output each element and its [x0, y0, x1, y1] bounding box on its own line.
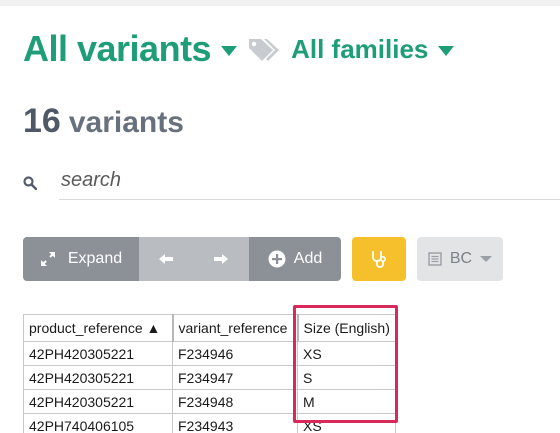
health-check-button[interactable]: [352, 237, 406, 281]
columns-selector-button[interactable]: BC: [417, 237, 503, 281]
table-cell[interactable]: XS: [296, 341, 397, 366]
column-header-product-reference[interactable]: product_reference ▲: [23, 314, 174, 342]
table-header-row: product_reference ▲ variant_reference Si…: [23, 314, 397, 342]
tags-icon: [249, 39, 280, 61]
table-cell[interactable]: S: [296, 365, 397, 390]
table-cell[interactable]: F234948: [172, 389, 298, 414]
variant-count-label: variants: [68, 106, 184, 139]
table-cell[interactable]: 42PH420305221: [23, 389, 173, 414]
page-title: All variants: [23, 28, 212, 69]
table-row: 42PH420305221 F234947 S: [23, 365, 397, 390]
undo-button[interactable]: [139, 237, 193, 281]
header: All variants All families: [23, 28, 455, 70]
table-cell[interactable]: F234947: [172, 365, 298, 390]
table-cell[interactable]: 42PH740406105: [23, 413, 173, 433]
expand-arrows-icon: [40, 252, 55, 266]
table-row: 42PH420305221 F234946 XS: [23, 341, 397, 366]
families-dropdown-caret-icon[interactable]: [438, 46, 455, 56]
column-header-variant-reference[interactable]: variant_reference: [172, 314, 299, 342]
table-cell[interactable]: XS: [296, 413, 397, 433]
table-row: 42PH740406105 F234943 XS: [23, 413, 397, 433]
table-cell[interactable]: F234946: [172, 341, 298, 366]
columns-selector-label: BC: [449, 250, 473, 267]
redo-arrow-icon: [214, 254, 228, 264]
variant-count: 16 variants: [23, 102, 184, 141]
stethoscope-icon: [372, 251, 387, 268]
expand-button[interactable]: Expand: [23, 237, 139, 281]
table-cell[interactable]: 42PH420305221: [23, 365, 173, 390]
variants-table: product_reference ▲ variant_reference Si…: [23, 314, 397, 433]
variant-count-number: 16: [23, 102, 61, 140]
plus-circle-icon: [268, 250, 286, 268]
table-cell[interactable]: 42PH420305221: [23, 341, 173, 366]
undo-arrow-icon: [159, 254, 173, 264]
table-cell[interactable]: F234943: [172, 413, 298, 433]
toolbar: Expand Add BC: [23, 237, 503, 281]
redo-button[interactable]: [193, 237, 249, 281]
add-button[interactable]: Add: [249, 237, 341, 281]
title-dropdown-caret-icon[interactable]: [221, 46, 238, 56]
expand-button-label: Expand: [67, 250, 123, 267]
chevron-down-icon: [480, 256, 493, 262]
add-button-label: Add: [293, 250, 323, 267]
search-bar: [23, 165, 560, 200]
search-input[interactable]: [59, 165, 560, 200]
table-row: 42PH420305221 F234948 M: [23, 389, 397, 414]
table-cell[interactable]: M: [296, 389, 397, 414]
families-selector[interactable]: All families: [291, 34, 428, 65]
list-icon: [428, 252, 442, 266]
column-header-size-english[interactable]: Size (English): [296, 314, 397, 342]
app-frame: All variants All families 16 variants se…: [0, 0, 560, 433]
search-icon: [23, 176, 37, 190]
